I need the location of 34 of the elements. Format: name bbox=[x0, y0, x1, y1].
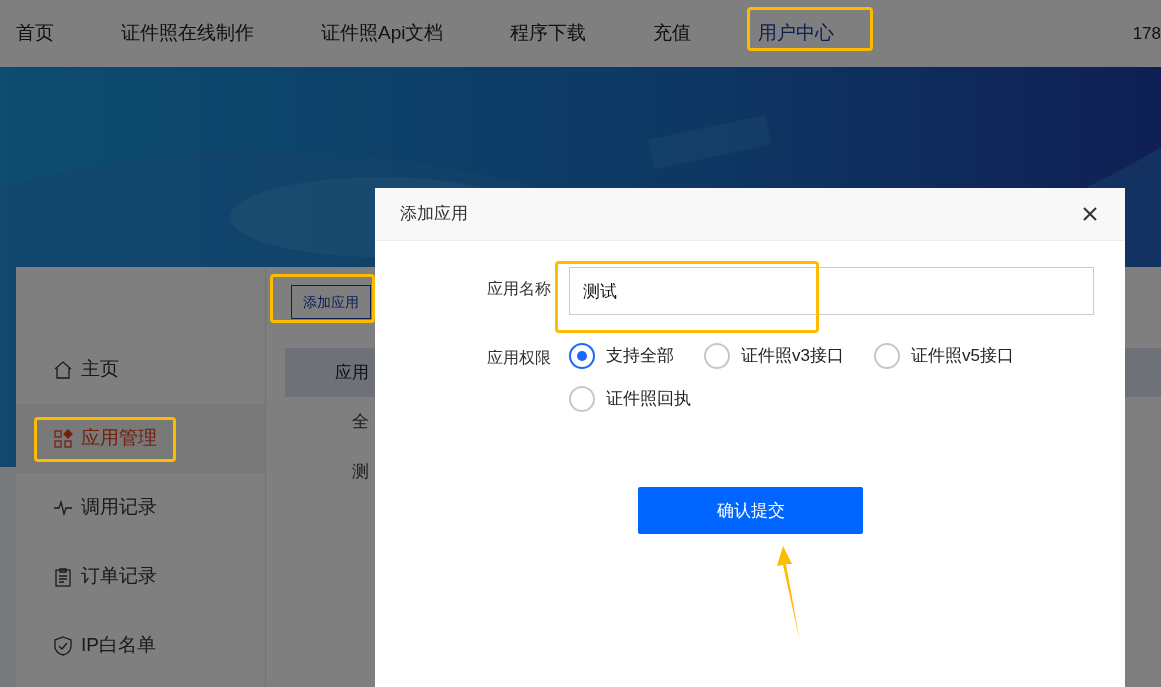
clipboard-icon bbox=[53, 566, 73, 587]
dialog-title: 添加应用 bbox=[400, 203, 468, 226]
submit-button[interactable]: 确认提交 bbox=[638, 487, 863, 534]
radio-button[interactable] bbox=[569, 386, 595, 412]
user-id: 178 bbox=[1132, 22, 1161, 45]
home-icon bbox=[53, 359, 73, 380]
sidebar-item[interactable]: 应用管理 bbox=[16, 404, 265, 473]
nav-link[interactable]: 证件照Api文档 bbox=[321, 19, 444, 48]
nav-link[interactable]: 充值 bbox=[653, 19, 692, 48]
add-app-button[interactable]: 添加应用 bbox=[291, 285, 371, 319]
table-cell-text: 测 bbox=[352, 461, 369, 484]
radio-option[interactable]: 证件照回执 bbox=[569, 386, 691, 412]
table-header-cell-text: 应用 bbox=[335, 361, 369, 384]
radio-option[interactable]: 支持全部 bbox=[569, 343, 674, 369]
radio-option[interactable]: 证件照v3接口 bbox=[704, 343, 844, 369]
sidebar-item[interactable]: IP白名单 bbox=[16, 611, 265, 680]
radio-button[interactable] bbox=[873, 343, 900, 369]
sidebar-item[interactable]: 订单记录 bbox=[16, 542, 265, 611]
grid-icon bbox=[53, 428, 73, 449]
radio-button[interactable] bbox=[704, 343, 730, 369]
radio-button[interactable] bbox=[569, 343, 595, 369]
sidebar-item[interactable]: 主页 bbox=[16, 335, 265, 404]
nav-link[interactable]: 用户中心 bbox=[758, 19, 835, 48]
shield-icon bbox=[53, 635, 73, 656]
nav-link[interactable]: 证件照在线制作 bbox=[121, 19, 254, 48]
sidebar-item[interactable]: 调用记录 bbox=[16, 473, 265, 542]
table-cell-text: 全 bbox=[352, 411, 369, 434]
radio-option[interactable]: 证件照v5接口 bbox=[873, 343, 1014, 369]
nav-link[interactable]: 首页 bbox=[16, 19, 54, 48]
close-icon bbox=[1082, 206, 1098, 222]
field-label: 应用权限 bbox=[486, 348, 551, 368]
nav-link[interactable]: 程序下载 bbox=[510, 19, 587, 48]
input-field[interactable]: 测试 bbox=[569, 267, 1094, 315]
field-label: 应用名称 bbox=[486, 279, 551, 299]
